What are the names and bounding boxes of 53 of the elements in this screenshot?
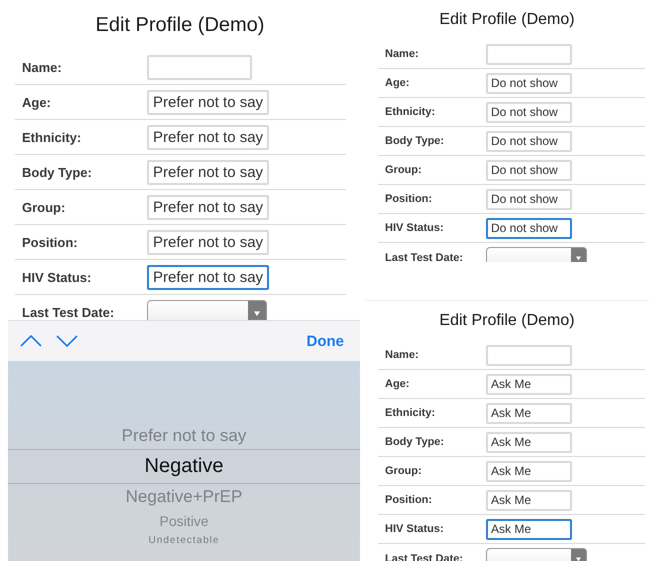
field-label: Position: — [384, 494, 434, 506]
text-field[interactable]: Do not show — [486, 102, 572, 122]
field-label: Group: — [384, 164, 423, 176]
text-field[interactable]: Ask Me — [486, 432, 572, 452]
text-field[interactable]: Do not show — [486, 72, 572, 94]
text-field[interactable]: Prefer not to say — [147, 160, 270, 184]
field-label: Ethnicity: — [384, 106, 436, 118]
field-label: Body Type: — [21, 164, 93, 180]
text-field[interactable]: Prefer not to say — [147, 90, 270, 114]
page-title: Edit Profile (Demo) — [439, 11, 575, 29]
text-field[interactable]: Ask Me — [486, 518, 572, 540]
text-field[interactable]: Prefer not to say — [147, 230, 270, 254]
date-select[interactable] — [147, 300, 267, 320]
field-label: HIV Status: — [384, 222, 445, 234]
text-field[interactable]: Do not show — [486, 188, 572, 210]
field-label: Position: — [384, 193, 434, 205]
field-label: Ethnicity: — [21, 130, 82, 144]
text-field[interactable]: Prefer not to say — [147, 264, 270, 290]
field-label: Position: — [21, 234, 79, 250]
field-label: Last Test Date: — [384, 252, 464, 262]
field-label: Group: — [384, 465, 423, 477]
text-field[interactable]: Prefer not to say — [147, 124, 270, 150]
text-field[interactable]: Do not show — [486, 218, 572, 238]
field-label: Age: — [384, 378, 410, 390]
text-field[interactable]: Ask Me — [486, 374, 572, 394]
field-label: Name: — [21, 60, 63, 74]
text-field[interactable]: Do not show — [486, 130, 572, 152]
text-field[interactable] — [486, 44, 572, 64]
text-field[interactable] — [486, 344, 572, 366]
field-label: Name: — [384, 48, 420, 60]
date-select[interactable] — [486, 247, 587, 262]
field-label: Ethnicity: — [384, 407, 436, 419]
field-label: Last Test Date: — [21, 305, 116, 320]
text-field[interactable]: Do not show — [486, 160, 572, 180]
field-label: Group: — [21, 200, 66, 214]
text-field[interactable] — [147, 54, 252, 80]
page-title: Edit Profile (Demo) — [439, 312, 575, 330]
field-label: Name: — [384, 349, 420, 361]
up-chevron-icon[interactable] — [20, 335, 42, 347]
done-button[interactable]: Done — [306, 332, 344, 350]
text-field[interactable]: Ask Me — [486, 460, 572, 482]
text-field[interactable]: Ask Me — [486, 402, 572, 424]
field-label: HIV Status: — [21, 270, 92, 284]
field-label: Age: — [21, 94, 52, 110]
field-label: Body Type: — [384, 135, 446, 147]
down-chevron-icon[interactable] — [56, 335, 78, 347]
field-label: Body Type: — [384, 436, 446, 448]
field-label: HIV Status: — [384, 523, 445, 535]
page-title: Edit Profile (Demo) — [96, 14, 264, 36]
field-label: Age: — [384, 77, 410, 89]
text-field[interactable]: Ask Me — [486, 490, 572, 510]
picker-option[interactable]: Negative — [8, 449, 360, 484]
text-field[interactable]: Prefer not to say — [147, 194, 270, 220]
